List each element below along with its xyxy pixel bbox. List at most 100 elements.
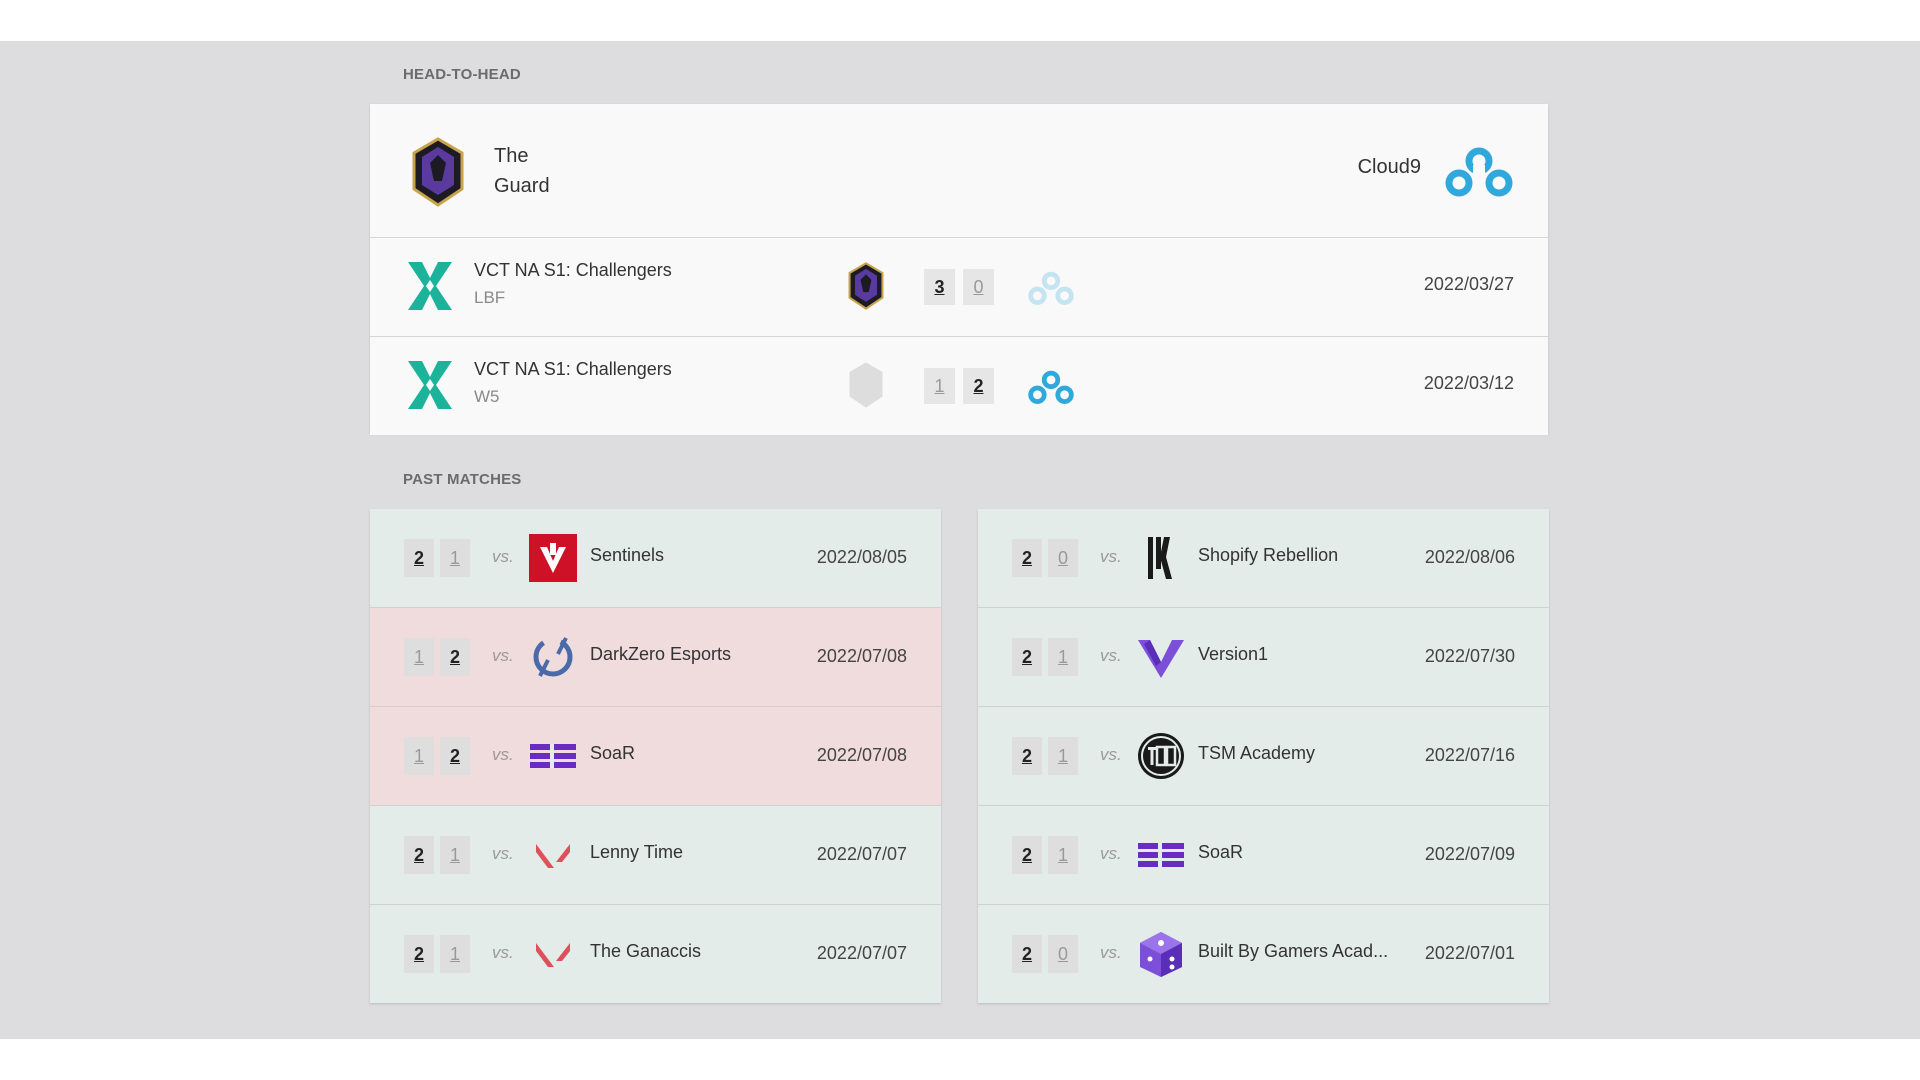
score-right: 0 xyxy=(963,269,994,305)
opponent-name: Sentinels xyxy=(590,545,665,565)
opponent-name: SoaR xyxy=(1198,842,1244,862)
past-match-row[interactable]: 2 1 vs. TSM Academy 2022/07/16 xyxy=(978,707,1549,806)
event-stage: W5 xyxy=(474,387,500,406)
cloud9-logo-icon xyxy=(1028,271,1074,305)
version1-logo-icon xyxy=(1138,640,1184,678)
vs-label: vs. xyxy=(492,844,514,863)
event-name: VCT NA S1: Challengers xyxy=(474,359,672,379)
darkzero-logo-icon xyxy=(533,637,573,677)
vs-label: vs. xyxy=(492,745,514,764)
vs-label: vs. xyxy=(492,646,514,665)
past-match-row[interactable]: 2 1 vs. SoaR 2022/07/09 xyxy=(978,806,1549,905)
vs-label: vs. xyxy=(1100,745,1122,764)
score-opponent: 1 xyxy=(1048,836,1078,874)
match-date: 2022/08/05 xyxy=(816,547,907,567)
match-date: 2022/07/07 xyxy=(816,844,907,864)
event-stage: LBF xyxy=(474,288,506,307)
opponent-name: Version1 xyxy=(1198,644,1269,664)
h2h-match-row[interactable]: VCT NA S1: Challengers LBF 3 0 2022/03/2… xyxy=(370,238,1548,337)
past-matches-title: PAST MATCHES xyxy=(403,471,522,488)
match-date: 2022/03/12 xyxy=(1423,373,1514,393)
match-date: 2022/07/16 xyxy=(1424,745,1515,765)
match-date: 2022/07/09 xyxy=(1424,844,1515,864)
vs-label: vs. xyxy=(492,943,514,962)
score-team: 2 xyxy=(404,539,434,577)
event-name: VCT NA S1: Challengers xyxy=(474,260,672,280)
h2h-match-row[interactable]: VCT NA S1: Challengers W5 1 2 2022/03/12 xyxy=(370,337,1548,435)
match-date: 2022/08/06 xyxy=(1424,547,1515,567)
score-team: 2 xyxy=(1012,539,1042,577)
score-opponent: 1 xyxy=(440,539,470,577)
score-team: 2 xyxy=(1012,836,1042,874)
past-match-row[interactable]: 1 2 vs. DarkZero Esports 2022/07/08 xyxy=(370,608,941,707)
score-team: 2 xyxy=(1012,935,1042,973)
score-team: 2 xyxy=(404,935,434,973)
opponent-name: TSM Academy xyxy=(1198,743,1316,763)
past-match-row[interactable]: 2 0 vs. Built By Gamers Acad... 2022/07/… xyxy=(978,905,1549,1003)
vs-label: vs. xyxy=(492,547,514,566)
score-opponent: 0 xyxy=(1048,935,1078,973)
team-left-name: The Guard xyxy=(494,141,574,201)
score-opponent: 0 xyxy=(1048,539,1078,577)
built-by-gamers-logo-icon xyxy=(1140,932,1182,977)
opponent-name: Built By Gamers Acad... xyxy=(1198,941,1389,961)
the-guard-logo-icon xyxy=(848,262,884,310)
score-opponent: 1 xyxy=(1048,638,1078,676)
score-right: 2 xyxy=(963,368,994,404)
score-left: 3 xyxy=(924,269,955,305)
vs-label: vs. xyxy=(1100,646,1122,665)
score-team: 2 xyxy=(1012,638,1042,676)
soar-logo-icon xyxy=(530,744,576,768)
score-opponent: 1 xyxy=(1048,737,1078,775)
vs-label: vs. xyxy=(1100,943,1122,962)
past-match-row[interactable]: 2 1 vs. The Ganaccis 2022/07/07 xyxy=(370,905,941,1003)
past-match-row[interactable]: 2 1 vs. Version1 2022/07/30 xyxy=(978,608,1549,707)
score-opponent: 2 xyxy=(440,638,470,676)
shopify-rebellion-logo-icon xyxy=(1148,537,1172,579)
score-opponent: 1 xyxy=(440,836,470,874)
match-date: 2022/03/27 xyxy=(1423,274,1514,294)
vct-challengers-icon xyxy=(408,361,452,409)
score-team: 2 xyxy=(1012,737,1042,775)
head-to-head-title: HEAD-TO-HEAD xyxy=(403,66,521,83)
past-match-row[interactable]: 1 2 vs. SoaR 2022/07/08 xyxy=(370,707,941,806)
match-date: 2022/07/07 xyxy=(816,943,907,963)
opponent-name: The Ganaccis xyxy=(590,941,702,961)
opponent-name: SoaR xyxy=(590,743,636,763)
past-match-row[interactable]: 2 1 vs. Lenny Time 2022/07/07 xyxy=(370,806,941,905)
cloud9-logo-icon xyxy=(1028,370,1074,404)
match-date: 2022/07/08 xyxy=(816,745,907,765)
match-date: 2022/07/30 xyxy=(1424,646,1515,666)
vs-label: vs. xyxy=(1100,844,1122,863)
past-match-row[interactable]: 2 0 vs. Shopify Rebellion 2022/08/06 xyxy=(978,509,1549,608)
vct-challengers-icon xyxy=(408,262,452,310)
head-to-head-card: The Guard Cloud9 VCT NA S1: Challengers … xyxy=(370,104,1548,435)
match-date: 2022/07/01 xyxy=(1424,943,1515,963)
score-team: 1 xyxy=(404,737,434,775)
head-to-head-header: The Guard Cloud9 xyxy=(370,104,1548,238)
tsm-logo-icon xyxy=(1138,733,1184,779)
team-right-name: Cloud9 xyxy=(1357,156,1421,178)
valorant-logo-icon xyxy=(536,844,570,868)
vs-label: vs. xyxy=(1100,547,1122,566)
match-date: 2022/07/08 xyxy=(816,646,907,666)
sentinels-logo-icon xyxy=(529,534,577,582)
cloud9-logo-icon xyxy=(1445,147,1513,197)
opponent-name: DarkZero Esports xyxy=(590,644,732,664)
opponent-name: Shopify Rebellion xyxy=(1198,545,1339,565)
the-guard-logo-icon xyxy=(412,137,464,207)
score-team: 1 xyxy=(404,638,434,676)
team-left-name-line2: Guard xyxy=(494,175,550,197)
valorant-logo-icon xyxy=(536,943,570,967)
soar-logo-icon xyxy=(1138,843,1184,867)
past-matches-right-column: 2 0 vs. Shopify Rebellion 2022/08/06 2 1… xyxy=(978,509,1549,1003)
score-left: 1 xyxy=(924,368,955,404)
opponent-name: Lenny Time xyxy=(590,842,684,862)
team-left-name-line1: The xyxy=(494,145,529,167)
the-guard-logo-icon xyxy=(849,362,883,408)
score-opponent: 1 xyxy=(440,935,470,973)
past-match-row[interactable]: 2 1 vs. Sentinels 2022/08/05 xyxy=(370,509,941,608)
score-team: 2 xyxy=(404,836,434,874)
past-matches-left-column: 2 1 vs. Sentinels 2022/08/05 1 2 vs. Dar… xyxy=(370,509,941,1003)
score-opponent: 2 xyxy=(440,737,470,775)
